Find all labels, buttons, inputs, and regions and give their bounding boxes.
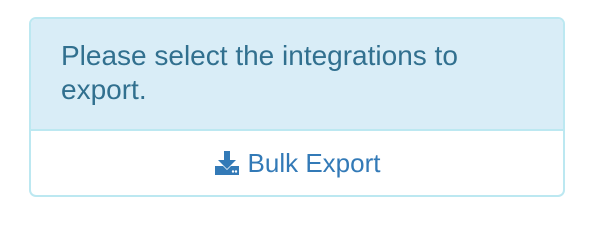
- panel-heading: Please select the integrations to export…: [31, 19, 563, 131]
- bulk-export-button[interactable]: Bulk Export: [214, 148, 381, 178]
- export-instruction-message: Please select the integrations to export…: [61, 40, 458, 105]
- bulk-export-label: Bulk Export: [247, 148, 381, 178]
- panel-body: Bulk Export: [31, 131, 563, 195]
- download-icon: [214, 150, 240, 176]
- integrations-export-panel: Please select the integrations to export…: [29, 17, 565, 197]
